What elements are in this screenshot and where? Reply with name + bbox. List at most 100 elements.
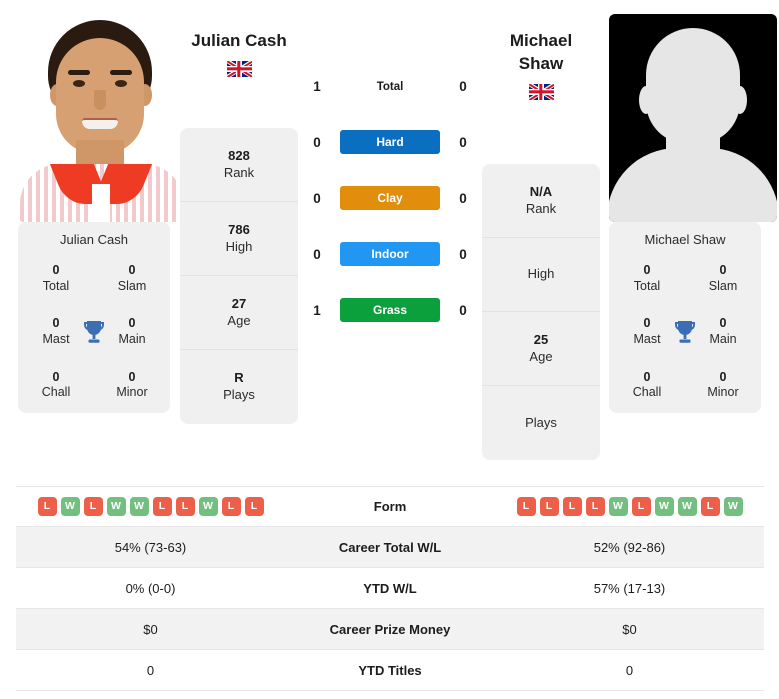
- stat-row-label: YTD Titles: [358, 662, 422, 678]
- rank-label: Rank: [525, 200, 557, 216]
- nose-shape: [94, 90, 106, 110]
- form-badge-loss[interactable]: L: [83, 497, 103, 516]
- table-row: L W L W W L L W L L Form L L L L W L W W L W: [16, 486, 764, 527]
- right-profile-stats-card: N/A Rank High 25 Age Plays: [482, 164, 600, 460]
- titles-total-label: Total: [42, 278, 70, 293]
- titles-chall-label: Chall: [41, 385, 71, 400]
- right-player-photo[interactable]: [609, 14, 777, 222]
- form-badge-win[interactable]: W: [198, 497, 218, 516]
- form-badge-win[interactable]: W: [654, 497, 674, 516]
- age-label: Age: [529, 348, 553, 364]
- titles-slam-label: Slam: [117, 278, 147, 293]
- form-badge-loss[interactable]: L: [631, 497, 651, 516]
- form-badge-win[interactable]: W: [129, 497, 149, 516]
- titles-slam-value: 0: [719, 263, 727, 277]
- h2h-surface-cell: Clay: [340, 186, 440, 210]
- h2h-left-score: 1: [313, 302, 321, 318]
- form-badge-loss[interactable]: L: [562, 497, 582, 516]
- surface-pill-indoor[interactable]: Indoor: [340, 242, 440, 266]
- left-titles-card: Julian Cash 0 Total 0 Slam 0 Mast 0 Main: [18, 222, 170, 413]
- h2h-right-score: 0: [459, 302, 467, 318]
- shoulders-shape: [609, 148, 777, 222]
- right-form-strip: LLLLWLWWLW: [495, 497, 764, 516]
- stat-plays: R Plays: [180, 350, 298, 424]
- form-badge-win[interactable]: W: [677, 497, 697, 516]
- h2h-left-score: 0: [313, 246, 321, 262]
- form-badge-win[interactable]: W: [723, 497, 743, 516]
- h2h-surface-cell: Hard: [340, 130, 440, 154]
- form-badge-loss[interactable]: L: [244, 497, 264, 516]
- h2h-row-indoor: 0 Indoor 0: [306, 226, 474, 282]
- plays-value: R: [234, 370, 244, 386]
- form-badge-loss[interactable]: L: [221, 497, 241, 516]
- titles-minor-label: Minor: [707, 385, 739, 400]
- left-player-name[interactable]: Julian Cash: [159, 30, 319, 53]
- titles-minor-label: Minor: [116, 385, 148, 400]
- right-stat-value: 52% (92-86): [593, 539, 666, 555]
- titles-minor-value: 0: [128, 369, 136, 384]
- h2h-surface-cell: Indoor: [340, 242, 440, 266]
- h2h-surface-cell: Grass: [340, 298, 440, 322]
- h2h-right-score: 0: [459, 134, 467, 150]
- surface-pill-grass[interactable]: Grass: [340, 298, 440, 322]
- form-badge-loss[interactable]: L: [516, 497, 536, 516]
- form-badge-win[interactable]: W: [106, 497, 126, 516]
- brow-left-shape: [68, 70, 90, 75]
- right-titles-grid: 0 Total 0 Slam 0 Mast 0 Main 0 Chall 0 M…: [609, 263, 761, 401]
- titles-total-value: 0: [52, 263, 60, 277]
- stat-age: 27 Age: [180, 276, 298, 350]
- h2h-row-hard: 0 Hard 0: [306, 114, 474, 170]
- form-strip: LLLLWLWWLW: [495, 497, 764, 516]
- form-badge-loss[interactable]: L: [585, 497, 605, 516]
- h2h-left-score: 1: [313, 78, 321, 94]
- right-titles-card: Michael Shaw 0 Total 0 Slam 0 Mast 0 Mai…: [609, 222, 761, 413]
- surface-pill-clay[interactable]: Clay: [340, 186, 440, 210]
- left-titles-card-name: Julian Cash: [60, 232, 128, 247]
- form-badge-loss[interactable]: L: [152, 497, 172, 516]
- plays-label: Plays: [525, 414, 557, 430]
- form-badge-win[interactable]: W: [608, 497, 628, 516]
- titles-chall: 0 Chall: [18, 370, 94, 401]
- head-shape: [646, 28, 740, 144]
- right-player-name-line1[interactable]: Michael: [461, 30, 621, 53]
- titles-minor: 0 Minor: [94, 370, 170, 401]
- left-stat-value: $0: [143, 621, 158, 637]
- stat-plays: Plays: [482, 386, 600, 460]
- mouth-shape: [82, 118, 118, 129]
- stat-high: 786 High: [180, 202, 298, 276]
- stat-rank: 828 Rank: [180, 128, 298, 202]
- table-row: $0 Career Prize Money $0: [16, 609, 764, 650]
- form-badge-loss[interactable]: L: [37, 497, 57, 516]
- form-badge-win[interactable]: W: [60, 497, 80, 516]
- table-row: 0% (0-0) YTD W/L 57% (17-13): [16, 568, 764, 609]
- head-to-head-column: 1 Total 0 0 Hard 0 0 Clay 0 0 Indoor 0 1 Grass 0: [306, 58, 474, 338]
- left-stat-value: 54% (73-63): [114, 539, 187, 555]
- form-badge-loss[interactable]: L: [539, 497, 559, 516]
- h2h-left-score: 0: [313, 134, 321, 150]
- placket-shape: [92, 184, 110, 222]
- table-row: 0 YTD Titles 0: [16, 650, 764, 691]
- titles-chall-value: 0: [643, 369, 651, 384]
- trophy-icon: [83, 320, 105, 343]
- titles-slam-label: Slam: [708, 278, 738, 293]
- h2h-right-score: 0: [459, 78, 467, 94]
- titles-total: 0 Total: [18, 263, 94, 294]
- right-stat-value: $0: [622, 621, 637, 637]
- left-stat-value: 0% (0-0): [125, 580, 176, 596]
- age-value: 25: [533, 331, 549, 347]
- form-badge-loss[interactable]: L: [175, 497, 195, 516]
- table-row: 54% (73-63) Career Total W/L 52% (92-86): [16, 527, 764, 568]
- comparison-header: Julian Cash Michael Shaw Julian Cash 0 T…: [0, 0, 779, 478]
- avatar-placeholder-icon: [609, 14, 777, 222]
- rank-value: N/A: [529, 183, 553, 199]
- right-stat-value: 57% (17-13): [593, 580, 666, 596]
- right-stat-value: 0: [625, 662, 634, 678]
- form-badge-loss[interactable]: L: [700, 497, 720, 516]
- titles-slam: 0 Slam: [685, 263, 761, 294]
- surface-pill-hard[interactable]: Hard: [340, 130, 440, 154]
- form-strip: LWLWWLLWLL: [16, 497, 285, 516]
- right-titles-card-name: Michael Shaw: [644, 232, 726, 247]
- stat-row-label: Career Total W/L: [338, 539, 442, 555]
- right-player-name-line2[interactable]: Shaw: [461, 53, 621, 76]
- h2h-right-score: 0: [459, 246, 467, 262]
